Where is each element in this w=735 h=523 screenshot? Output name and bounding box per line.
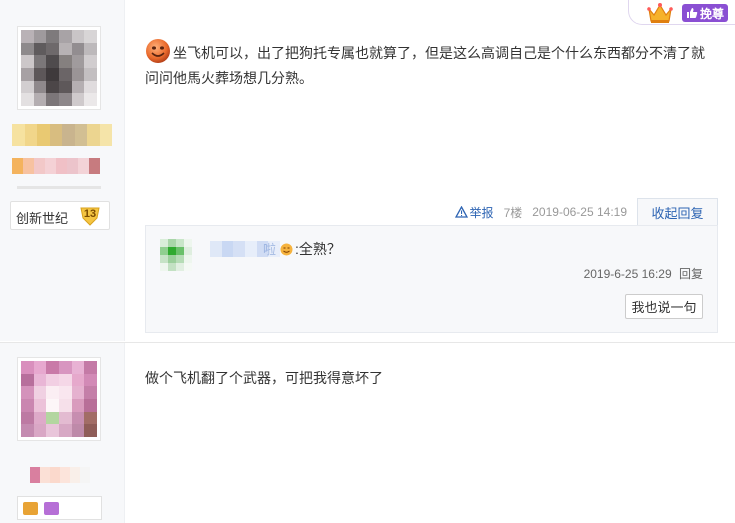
avatar-image	[21, 361, 97, 437]
post-tail: 举报 7楼 2019-06-25 14:19 收起回复	[454, 198, 718, 226]
author-title-masked	[12, 158, 100, 174]
reply-text: :全熟？	[295, 241, 341, 257]
post-floor-7: 创新世纪 13 坐飞机可以，出了把狗托专属也就算了，但是这么高调自己是个什么东西…	[0, 0, 735, 341]
report-link[interactable]: 举报	[454, 204, 494, 221]
reply-time: 2019-6-25 16:29	[583, 267, 672, 281]
post-content: 坐飞机可以，出了把狗托专属也就算了，但是这么高调自己是个什么东西都分不清了就问问…	[145, 38, 715, 91]
add-reply-button[interactable]: 我也说一句	[625, 294, 703, 319]
badge-icon[interactable]	[44, 501, 59, 515]
level-badge[interactable]: 创新世纪 13	[10, 201, 110, 230]
divider	[17, 186, 101, 189]
crown-icon	[647, 3, 673, 23]
report-label: 举报	[469, 205, 494, 220]
warning-triangle-icon	[454, 206, 468, 218]
author-name-masked[interactable]	[30, 467, 90, 483]
author-avatar[interactable]	[17, 26, 101, 110]
reply-content: :全熟？	[280, 239, 341, 259]
level-number-icon: 13	[79, 206, 101, 226]
author-sidebar	[0, 343, 125, 523]
vip-badge[interactable]: 挽尊	[682, 4, 728, 22]
vip-corner: 挽尊	[628, 0, 735, 25]
reply-user-avatar[interactable]	[160, 239, 192, 271]
author-name-masked[interactable]	[12, 124, 112, 146]
smiley-icon	[145, 38, 171, 64]
author-avatar[interactable]	[17, 357, 101, 441]
level-number: 13	[83, 208, 97, 220]
reply-link[interactable]: 回复	[679, 267, 703, 281]
reply-meta: 2019-6-25 16:29 回复	[584, 265, 703, 282]
author-icons	[17, 496, 102, 520]
smiley-icon	[280, 243, 293, 256]
reply-list: 啦 :全熟？ 2019-6-25 16:29 回复 我也说一句	[145, 225, 718, 333]
level-name: 创新世纪	[16, 211, 69, 226]
post-time: 2019-06-25 14:19	[532, 205, 627, 219]
game-icon[interactable]	[23, 501, 38, 515]
floor-number: 7楼	[503, 205, 523, 220]
avatar-image	[21, 30, 97, 106]
thumb-icon	[686, 8, 698, 18]
collapse-replies-button[interactable]: 收起回复	[637, 198, 718, 226]
author-sidebar: 创新世纪 13	[0, 0, 125, 341]
vip-badge-label: 挽尊	[699, 6, 724, 21]
post-text: 坐飞机可以，出了把狗托专属也就算了，但是这么高调自己是个什么东西都分不清了就问问…	[145, 45, 705, 86]
reply-username-suffix[interactable]: 啦	[263, 239, 276, 258]
post-content: 做个飞机翻了个武器，可把我得意坏了	[145, 366, 383, 391]
post-text: 做个飞机翻了个武器，可把我得意坏了	[145, 370, 383, 386]
post-floor-8: 做个飞机翻了个武器，可把我得意坏了	[0, 342, 735, 523]
